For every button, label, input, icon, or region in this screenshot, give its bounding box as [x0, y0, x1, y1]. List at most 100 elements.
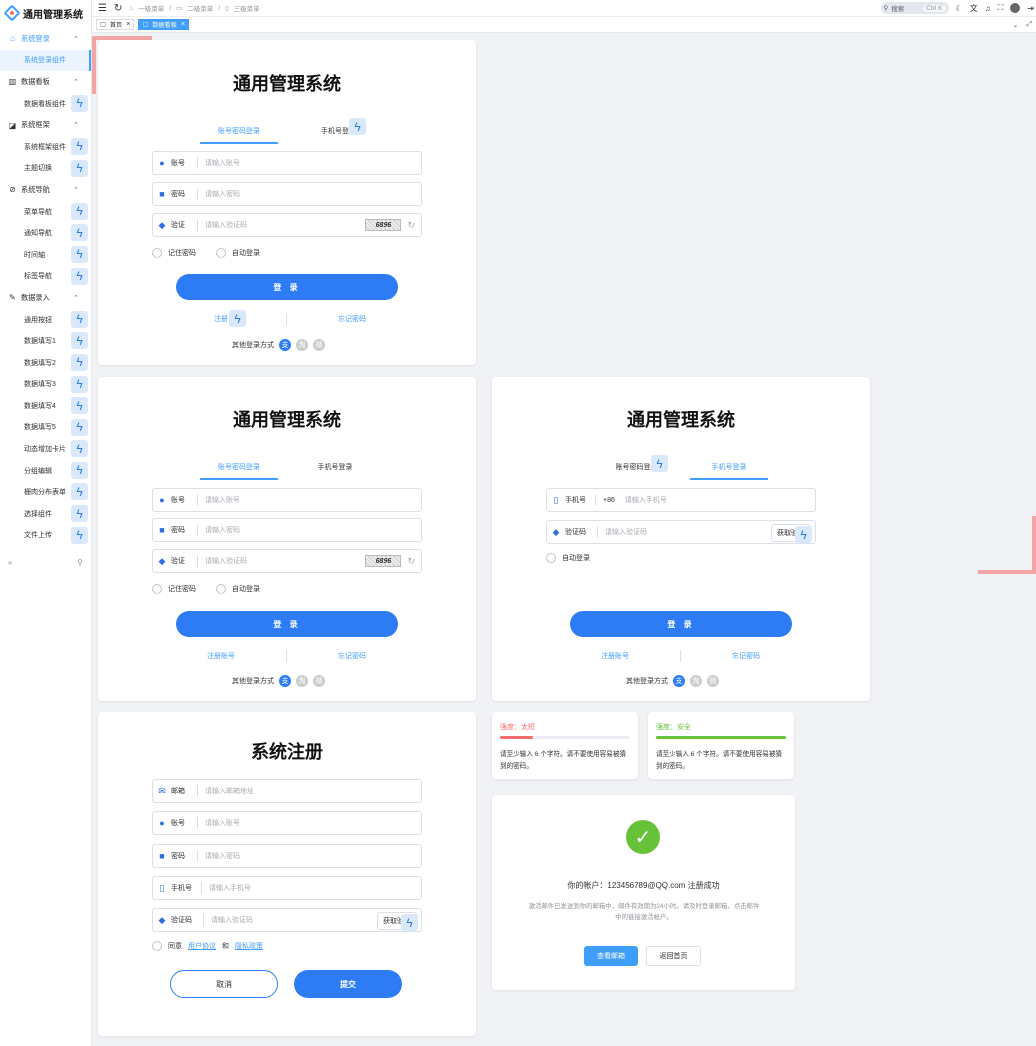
weibo-icon[interactable]: 微: [313, 675, 325, 687]
pin-icon[interactable]: ⚲: [77, 558, 83, 572]
collapse-icon[interactable]: «: [8, 558, 12, 572]
search-button[interactable]: ⚲ 搜索 Ctrl K: [880, 2, 949, 14]
sidebar-group[interactable]: ✎ 数据录入 ⌃: [0, 287, 91, 309]
sidebar-item[interactable]: 数据填写5 ϟ: [0, 417, 91, 439]
agree-checkbox[interactable]: 同意 用户协议 和 隐私政策: [152, 941, 263, 951]
expand-icon[interactable]: ⤢: [1026, 21, 1032, 29]
avatar[interactable]: [1010, 3, 1021, 13]
close-icon[interactable]: ×: [126, 21, 130, 28]
alipay-icon[interactable]: 支: [279, 675, 291, 687]
alipay-icon[interactable]: 支: [279, 339, 291, 351]
sidebar-item[interactable]: 组合组件ϟ: [0, 546, 91, 548]
fullscreen-icon[interactable]: ⛶: [998, 3, 1004, 13]
cancel-button[interactable]: 取消: [170, 970, 278, 998]
login-button[interactable]: 登 录: [570, 611, 792, 637]
refresh-icon[interactable]: ↻: [114, 3, 122, 14]
password-field[interactable]: ■ 密码 请输入密码: [152, 518, 422, 542]
tab-account-login[interactable]: 账号密码登录: [200, 462, 278, 480]
breadcrumb-item[interactable]: 二级菜单: [187, 3, 213, 13]
view-mail-button[interactable]: 查看邮箱: [584, 946, 638, 966]
sidebar-item[interactable]: 系统登录组件: [0, 49, 91, 72]
phone-field[interactable]: ▯ 手机号 +86 请输入手机号: [546, 488, 816, 512]
taobao-icon[interactable]: 淘: [296, 339, 308, 351]
remember-checkbox[interactable]: 记住密码: [152, 584, 196, 594]
user-agreement-link[interactable]: 用户协议: [188, 941, 216, 951]
logout-icon[interactable]: ⇥: [1027, 4, 1034, 13]
translate-icon[interactable]: 文: [970, 3, 978, 14]
privacy-link[interactable]: 隐私政策: [235, 941, 263, 951]
sidebar-item[interactable]: 数据填写4 ϟ: [0, 395, 91, 417]
sidebar-group[interactable]: ◪ 系统框架 ⌃: [0, 114, 91, 136]
remember-checkbox[interactable]: 记住密码: [152, 248, 196, 258]
sidebar-item[interactable]: 数据填写2 ϟ: [0, 352, 91, 374]
chevron-down-icon[interactable]: ⌄: [1013, 21, 1019, 29]
auto-login-checkbox[interactable]: 自动登录: [546, 553, 590, 563]
password-field[interactable]: ■ 密码 请输入密码: [152, 844, 422, 868]
breadcrumb-item[interactable]: 一级菜单: [138, 3, 164, 13]
alipay-icon[interactable]: 支: [673, 675, 685, 687]
account-field[interactable]: ● 账号 请输入账号: [152, 811, 422, 835]
breadcrumb-item[interactable]: 三级菜单: [234, 3, 260, 13]
get-code-button[interactable]: 获取验证 ϟ: [771, 524, 812, 543]
phone-field[interactable]: ▯ 手机号 请输入手机号: [152, 876, 422, 900]
sidebar-group[interactable]: ⌂ 系统登录 ⌃: [0, 28, 91, 50]
register-link[interactable]: 注册账号: [156, 651, 286, 661]
sidebar-item[interactable]: 栅肉分布表单 ϟ: [0, 481, 91, 503]
dark-mode-icon[interactable]: ☾: [956, 4, 963, 13]
password-field[interactable]: ■ 密码 请输入密码: [152, 182, 422, 206]
code-field[interactable]: ◆ 验证码 请输入验证码 获取验证 ϟ: [152, 908, 422, 932]
taobao-icon[interactable]: 淘: [690, 675, 702, 687]
sidebar-item[interactable]: 分组编辑 ϟ: [0, 460, 91, 482]
account-field[interactable]: ● 账号 请输入账号: [152, 151, 422, 175]
sidebar-item[interactable]: 动态增加卡片 ϟ: [0, 438, 91, 460]
tab-phone-login[interactable]: 手机号登 ϟ: [296, 118, 374, 144]
login-button[interactable]: 登 录: [176, 274, 398, 300]
auto-login-checkbox[interactable]: 自动登录: [216, 584, 260, 594]
sidebar-item[interactable]: 主题切换 ϟ: [0, 158, 91, 180]
sidebar-item[interactable]: 选择组件 ϟ: [0, 503, 91, 525]
sidebar-item[interactable]: 文件上传 ϟ: [0, 525, 91, 547]
refresh-icon[interactable]: ↻: [407, 556, 415, 567]
back-home-button[interactable]: 返回首页: [646, 946, 701, 966]
sidebar-item[interactable]: 数据看板组件 ϟ: [0, 93, 91, 115]
register-link[interactable]: 注册 ϟ: [156, 310, 286, 327]
captcha-image[interactable]: 6896: [365, 555, 402, 567]
get-code-button[interactable]: 获取验证 ϟ: [377, 912, 418, 931]
sidebar-item[interactable]: 时间轴 ϟ: [0, 244, 91, 266]
sidebar-item[interactable]: 数据填写3 ϟ: [0, 374, 91, 396]
sidebar-item[interactable]: 菜单导航 ϟ: [0, 201, 91, 223]
forgot-link[interactable]: 忘记密码: [287, 314, 417, 324]
captcha-image[interactable]: 6896: [365, 219, 402, 231]
bell-icon[interactable]: ♫: [985, 4, 991, 13]
forgot-link[interactable]: 忘记密码: [287, 651, 417, 661]
sidebar-group[interactable]: ⊘ 系统导航 ⌃: [0, 179, 91, 201]
account-field[interactable]: ● 账号 请输入账号: [152, 488, 422, 512]
captcha-field[interactable]: ◆ 验证 请输入验证码 6896 ↻: [152, 549, 422, 573]
tab-home[interactable]: ▢ 首页 ×: [96, 19, 135, 30]
auto-login-checkbox[interactable]: 自动登录: [216, 248, 260, 258]
menu-toggle-icon[interactable]: ☰: [98, 3, 107, 14]
sidebar-item[interactable]: 标签导航 ϟ: [0, 266, 91, 288]
login-button[interactable]: 登 录: [176, 611, 398, 637]
tab-account-login[interactable]: 账号密码登 ϟ: [594, 455, 672, 480]
sidebar-item[interactable]: 通用按钮 ϟ: [0, 309, 91, 331]
submit-button[interactable]: 提交: [294, 970, 402, 998]
email-field[interactable]: ✉ 邮箱 请输入邮箱地址: [152, 779, 422, 803]
tab-phone-login[interactable]: 手机号登录: [690, 462, 768, 480]
code-field[interactable]: ◆ 验证码 请输入验证码 获取验证 ϟ: [546, 520, 816, 544]
close-icon[interactable]: ×: [181, 21, 185, 28]
refresh-icon[interactable]: ↻: [407, 220, 415, 231]
sidebar-item[interactable]: 数据填写1 ϟ: [0, 330, 91, 352]
taobao-icon[interactable]: 淘: [296, 675, 308, 687]
weibo-icon[interactable]: 微: [313, 339, 325, 351]
tab-dashboard[interactable]: ▢ 数据看板 ×: [138, 19, 190, 30]
weibo-icon[interactable]: 微: [707, 675, 719, 687]
captcha-field[interactable]: ◆ 验证 请输入验证码 6896 ↻: [152, 213, 422, 237]
tab-phone-login[interactable]: 手机号登录: [296, 462, 374, 480]
sidebar-item[interactable]: 系统框架组件 ϟ: [0, 136, 91, 158]
register-link[interactable]: 注册账号: [550, 651, 680, 661]
tab-account-login[interactable]: 账号密码登录: [200, 126, 278, 144]
sidebar-item[interactable]: 通知导航 ϟ: [0, 222, 91, 244]
sidebar-group[interactable]: ▥ 数据看板 ⌃: [0, 71, 91, 93]
forgot-link[interactable]: 忘记密码: [681, 651, 811, 661]
